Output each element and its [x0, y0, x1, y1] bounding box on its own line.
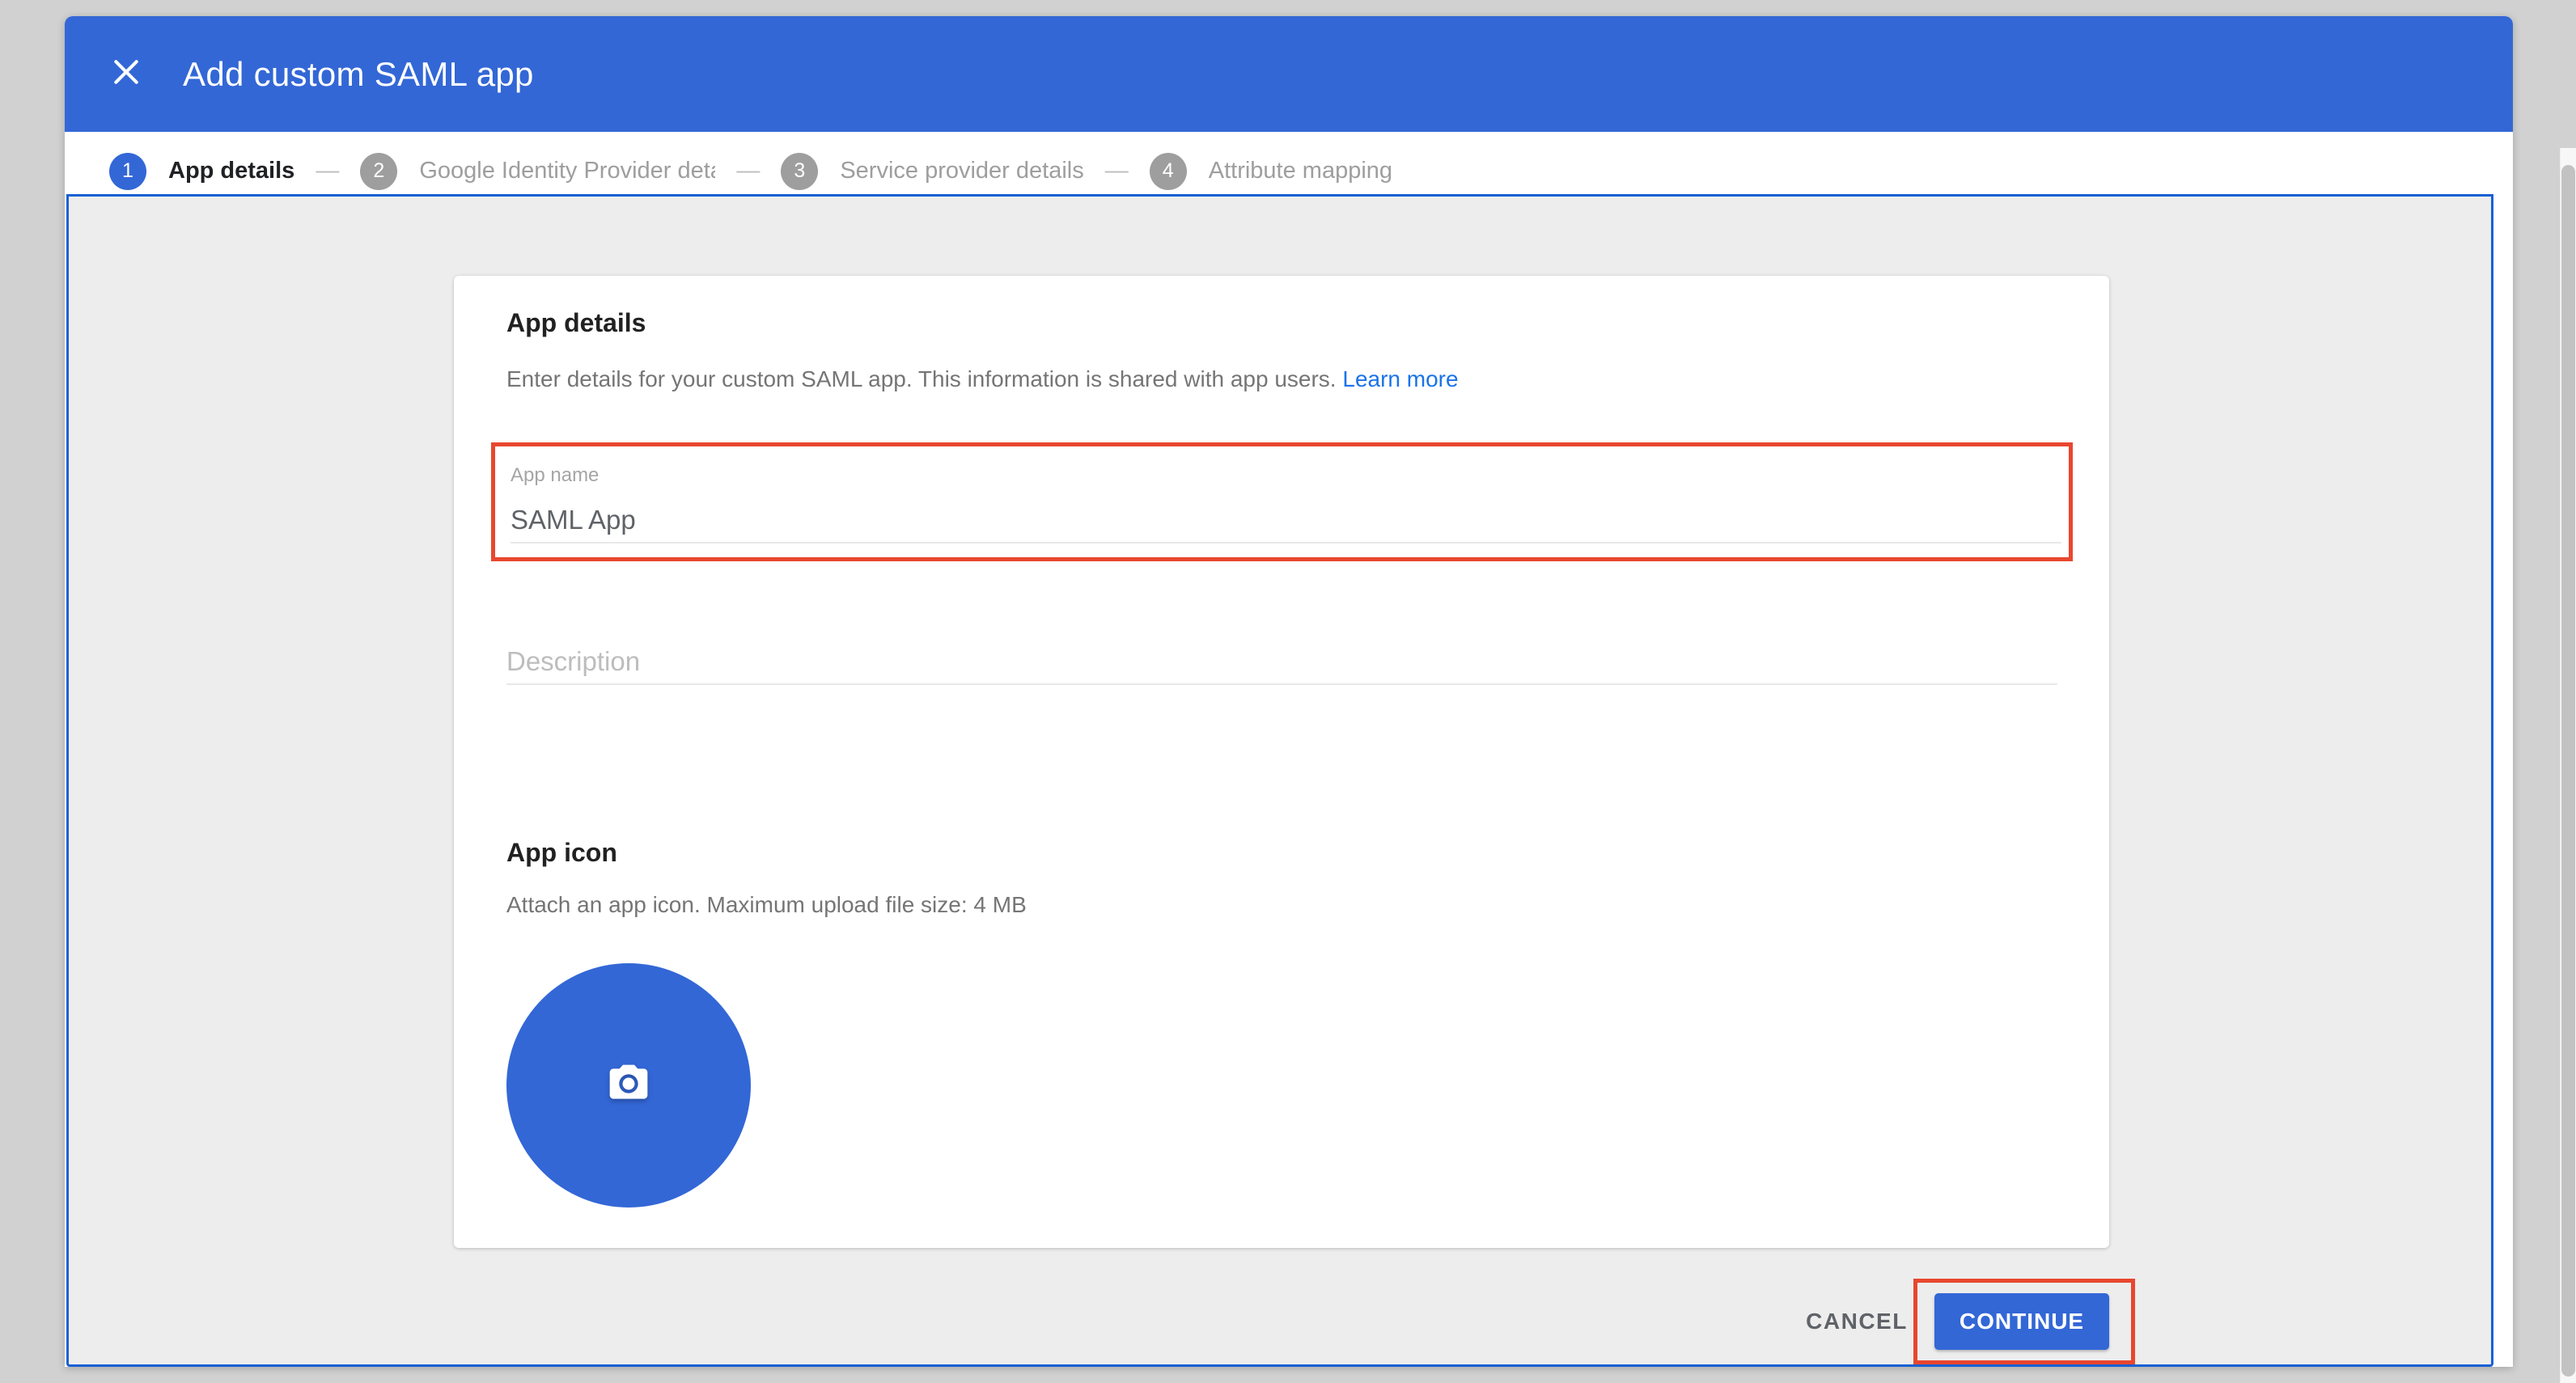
cancel-button[interactable]: CANCEL	[1792, 1293, 1921, 1350]
close-icon	[111, 57, 142, 91]
app-icon-section-title: App icon	[506, 838, 617, 868]
app-icon-section-description: Attach an app icon. Maximum upload file …	[506, 892, 1027, 918]
scrollbar-thumb[interactable]	[2561, 165, 2575, 1377]
step-number-badge: 2	[360, 153, 397, 190]
app-name-annotation-highlight: App name	[491, 442, 2073, 561]
step-separator: —	[736, 158, 760, 184]
section-title: App details	[506, 308, 646, 338]
app-icon-upload-button[interactable]	[506, 963, 751, 1207]
step-label: Google Identity Provider details	[419, 158, 715, 184]
add-custom-saml-app-dialog: Add custom SAML app 1 App details — 2 Go…	[65, 16, 2513, 1367]
close-button[interactable]	[102, 50, 150, 99]
app-details-card: App details Enter details for your custo…	[454, 276, 2109, 1248]
wizard-content-area: App details Enter details for your custo…	[66, 194, 2493, 1367]
section-description: Enter details for your custom SAML app. …	[506, 366, 1459, 392]
camera-icon	[606, 1061, 651, 1110]
section-description-text: Enter details for your custom SAML app. …	[506, 366, 1342, 391]
dialog-title: Add custom SAML app	[183, 55, 534, 94]
learn-more-link[interactable]: Learn more	[1342, 366, 1458, 391]
dialog-header: Add custom SAML app	[65, 16, 2513, 132]
step-separator: —	[1105, 158, 1129, 184]
step-label: Service provider details	[840, 158, 1083, 184]
step-number-badge: 4	[1150, 153, 1187, 190]
app-name-input[interactable]	[511, 498, 2061, 543]
step-label: App details	[168, 158, 294, 184]
step-label: Attribute mapping	[1209, 158, 1392, 184]
continue-button[interactable]: CONTINUE	[1934, 1293, 2109, 1350]
step-number-badge: 1	[109, 153, 146, 190]
description-input[interactable]	[506, 640, 2057, 685]
stepper-step-service-provider-details[interactable]: 3 Service provider details	[781, 153, 1083, 190]
stepper-step-app-details[interactable]: 1 App details	[109, 153, 294, 190]
scrollbar-track[interactable]	[2560, 148, 2576, 1383]
step-number-badge: 3	[781, 153, 818, 190]
stepper-step-attribute-mapping[interactable]: 4 Attribute mapping	[1150, 153, 1392, 190]
stepper-step-google-idp-details[interactable]: 2 Google Identity Provider details	[360, 153, 715, 190]
step-separator: —	[316, 158, 339, 184]
app-name-field-label: App name	[511, 464, 599, 487]
